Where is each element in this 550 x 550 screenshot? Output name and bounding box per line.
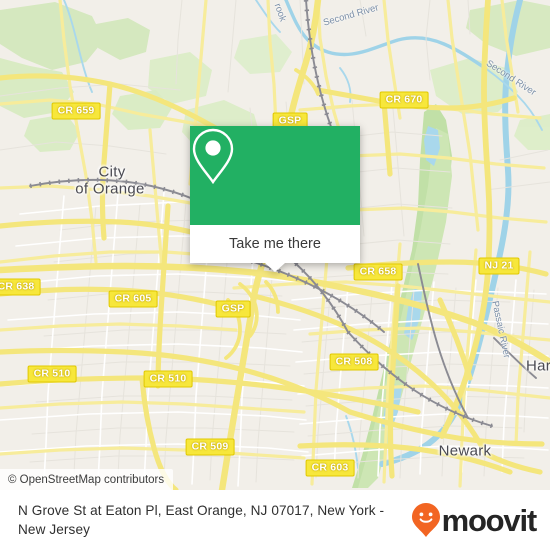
place-label-newark: Newark	[438, 442, 492, 460]
route-shield: CR 510	[143, 370, 193, 388]
route-shield: NJ 21	[478, 257, 520, 275]
map-canvas[interactable]: .rd { fill:none; stroke:#f6e87a; stroke-…	[0, 0, 550, 490]
place-label-city-of-orange-line1: City	[98, 163, 126, 181]
place-label-city-of-orange-line2: of Orange	[75, 180, 145, 198]
take-me-there-label: Take me there	[229, 236, 321, 252]
route-shield: CR 510	[27, 365, 77, 383]
route-shield: CR 670	[379, 91, 429, 109]
route-shield: CR 508	[329, 353, 379, 371]
route-shield: CR 605	[108, 290, 158, 308]
popup-pointer-tail	[265, 263, 285, 272]
route-shield: CR 658	[353, 263, 403, 281]
route-shield: CR 509	[185, 438, 235, 456]
map-pin-icon	[192, 128, 234, 185]
footer-bar: N Grove St at Eaton Pl, East Orange, NJ …	[0, 490, 550, 550]
location-popup-card[interactable]: Take me there	[190, 126, 360, 272]
place-label-harrison: Harri	[526, 357, 550, 375]
location-title: N Grove St at Eaton Pl, East Orange, NJ …	[18, 503, 385, 537]
route-shield: GSP	[215, 300, 251, 318]
route-shield: CR 638	[0, 278, 41, 296]
route-shield: CR 659	[51, 102, 101, 120]
take-me-there-button[interactable]: Take me there	[190, 225, 360, 272]
popup-image-panel	[190, 126, 360, 225]
moovit-wordmark: moovit	[441, 502, 538, 538]
moovit-smiley-pin-icon	[411, 503, 440, 537]
map-attribution[interactable]: © OpenStreetMap contributors	[0, 469, 174, 490]
attribution-text: © OpenStreetMap contributors	[8, 473, 165, 486]
route-shield: CR 603	[305, 459, 355, 477]
moovit-logo[interactable]: moovit	[411, 502, 538, 538]
screenshot-root: .rd { fill:none; stroke:#f6e87a; stroke-…	[0, 0, 550, 550]
